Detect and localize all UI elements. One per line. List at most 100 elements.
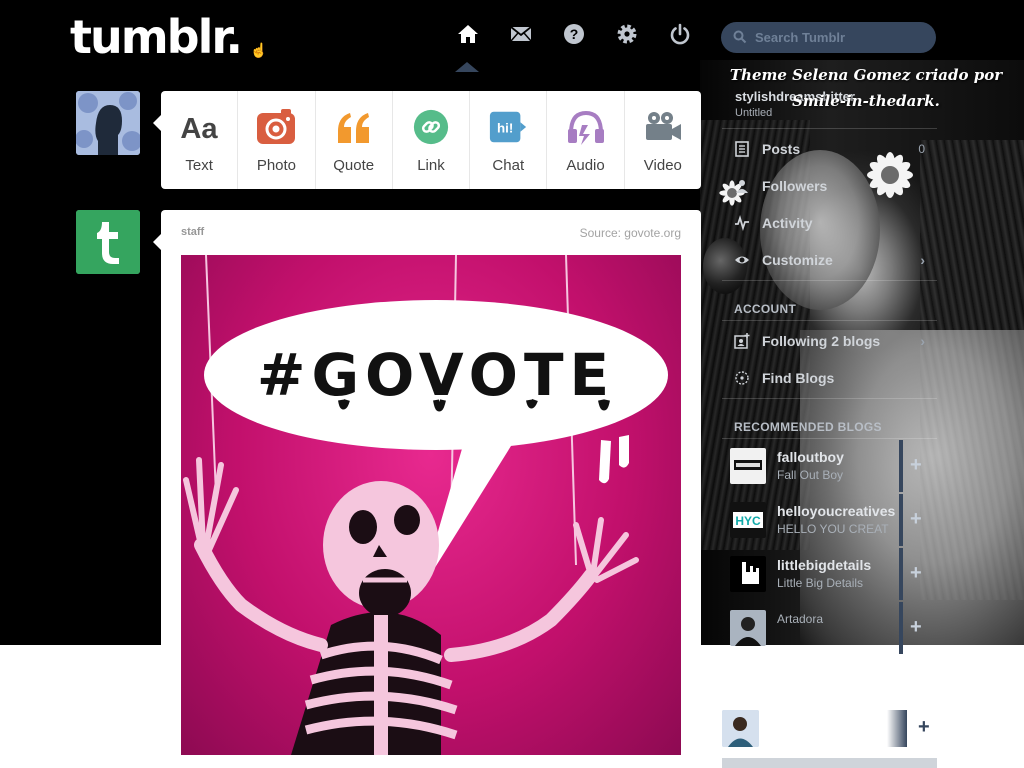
follow-button[interactable]: + [910, 616, 922, 639]
recommended-heading: RECOMMENDED BLOGS [734, 420, 882, 434]
tumblr-t-icon [76, 210, 140, 274]
post-image[interactable]: #GOVOTE [181, 255, 681, 755]
follow-divider [899, 548, 903, 600]
search-input[interactable] [721, 22, 936, 53]
post-source[interactable]: Source: govote.org [580, 226, 681, 240]
sidebar-item-label: Posts [762, 141, 801, 157]
recommended-blog[interactable]: falloutboy Fall Out Boy + [722, 440, 937, 492]
hand-cursor-icon: ☝ [250, 42, 268, 58]
post: staff Source: govote.org #GOVOTE [161, 210, 701, 768]
logout-icon[interactable] [667, 22, 693, 48]
blog-name: falloutboy [777, 449, 844, 465]
activity-icon [732, 213, 752, 233]
post-type-bar: Aa Text Photo Quote Link hi! Chat Audio … [161, 91, 701, 189]
avatar-pointer [153, 234, 161, 250]
blog-avatar [730, 448, 766, 484]
user-avatar[interactable] [76, 91, 140, 155]
recommended-blog[interactable]: Artadora + [722, 602, 937, 654]
posts-icon [732, 139, 752, 159]
blog-title: Little Big Details [777, 576, 864, 590]
follow-button[interactable]: + [918, 716, 930, 739]
followers-icon [732, 176, 752, 196]
new-link-post-button[interactable]: Link [393, 91, 471, 189]
search-icon [733, 30, 747, 44]
svg-text:Aa: Aa [181, 113, 219, 145]
svg-text:HYC: HYC [735, 514, 761, 528]
tumblr-logo[interactable]: tumblr. [70, 10, 243, 64]
blog-avatar: HYC [730, 502, 766, 538]
blog-title: Fall Out Boy [777, 468, 844, 482]
post-type-label: Chat [492, 157, 525, 174]
recommended-blog[interactable]: littlebigdetails Little Big Details + [722, 548, 937, 600]
inbox-icon[interactable] [508, 22, 534, 48]
sidebar-item-posts[interactable]: Posts 0 [722, 131, 937, 167]
new-video-post-button[interactable]: Video [625, 91, 701, 189]
sidebar-item-following[interactable]: Following 2 blogs › [722, 323, 937, 359]
chevron-right-icon: › [920, 333, 925, 349]
follow-button[interactable]: + [910, 508, 922, 531]
dashboard: tumblr. ☝ ? stylishdreamsbitter Untitled… [0, 0, 1024, 768]
post-author[interactable]: staff [181, 226, 204, 238]
svg-text:?: ? [570, 26, 579, 42]
sidebar-item-find-blogs[interactable]: Find Blogs [722, 360, 937, 396]
post-type-label: Video [643, 157, 682, 174]
follow-divider [899, 494, 903, 546]
follow-divider [899, 602, 903, 654]
sidebar-item-label: Find Blogs [762, 370, 835, 386]
follow-button[interactable]: + [910, 562, 922, 585]
new-photo-post-button[interactable]: Photo [238, 91, 316, 189]
follow-divider [887, 710, 907, 747]
sidebar-bottom-strip [722, 758, 937, 768]
sidebar-item-customize[interactable]: Customize › [722, 242, 937, 278]
new-text-post-button[interactable]: Aa Text [161, 91, 239, 189]
sidebar-item-label: Followers [762, 178, 828, 194]
posts-count: 0 [918, 142, 925, 156]
blog-title: Artadora [777, 612, 824, 626]
recommended-blog[interactable]: HYC helloyoucreatives HELLO YOU CREAT + [722, 494, 937, 546]
blog-title: HELLO YOU CREAT [777, 522, 889, 536]
sidebar-item-activity[interactable]: Activity [722, 205, 937, 241]
divider [722, 398, 937, 399]
post-type-label: Link [417, 157, 445, 174]
post-type-label: Quote [333, 157, 375, 174]
post-type-label: Photo [256, 157, 297, 174]
theme-credit-author: Smile-in-thedark. [792, 92, 940, 110]
home-icon[interactable] [455, 22, 481, 48]
link-icon [411, 107, 451, 147]
divider [722, 438, 937, 439]
sidebar-item-label: Customize [762, 252, 833, 268]
settings-icon[interactable] [614, 22, 640, 48]
chevron-right-icon: › [920, 252, 925, 268]
theme-credit-line: Theme Selena Gomez criado por [729, 66, 1003, 84]
quote-icon [334, 107, 374, 147]
photo-icon [256, 107, 296, 147]
govote-illustration: #GOVOTE [183, 255, 668, 755]
svg-text:hi!: hi! [497, 121, 513, 136]
sidebar-item-label: Activity [762, 215, 813, 231]
video-icon [643, 107, 683, 147]
recommended-blog[interactable]: + [722, 710, 937, 750]
sidebar-item-label: Following 2 blogs [762, 333, 881, 349]
compass-icon [732, 368, 752, 388]
blog-avatar [722, 710, 759, 747]
following-icon [732, 331, 752, 351]
chat-icon: hi! [488, 107, 528, 147]
default-avatar-icon [76, 91, 140, 155]
avatar-pointer [153, 115, 161, 131]
blog-name: littlebigdetails [777, 557, 872, 573]
theme-credit: Theme Selena Gomez criado por Smile-in-t… [716, 62, 1016, 114]
follow-button[interactable]: + [910, 454, 922, 477]
blog-avatar [730, 556, 766, 592]
new-audio-post-button[interactable]: Audio [547, 91, 625, 189]
new-chat-post-button[interactable]: hi! Chat [470, 91, 548, 189]
post-type-label: Text [185, 157, 213, 174]
help-icon[interactable]: ? [561, 22, 587, 48]
sidebar-item-followers[interactable]: Followers [722, 168, 937, 204]
staff-avatar[interactable] [76, 210, 140, 274]
blog-name: helloyoucreatives [777, 503, 896, 519]
post-type-label: Audio [566, 157, 605, 174]
divider [722, 320, 937, 321]
divider [722, 280, 937, 281]
divider [722, 128, 937, 129]
new-quote-post-button[interactable]: Quote [316, 91, 393, 189]
